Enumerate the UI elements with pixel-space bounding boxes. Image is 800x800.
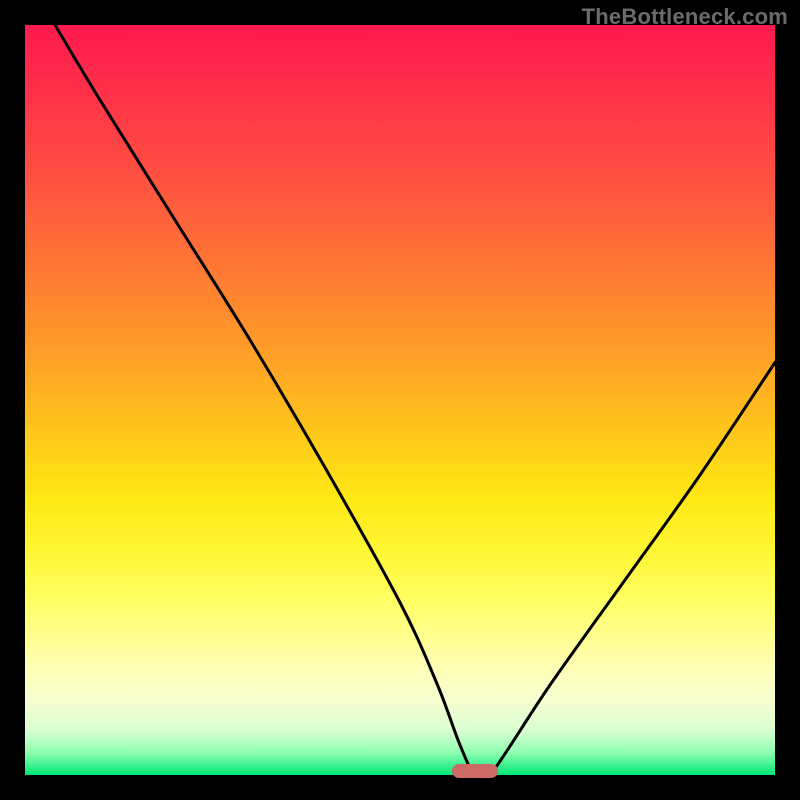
curve-path <box>55 25 775 775</box>
bottleneck-curve <box>25 25 775 775</box>
optimal-marker <box>452 764 498 778</box>
chart-container: TheBottleneck.com <box>0 0 800 800</box>
plot-area <box>25 25 775 775</box>
